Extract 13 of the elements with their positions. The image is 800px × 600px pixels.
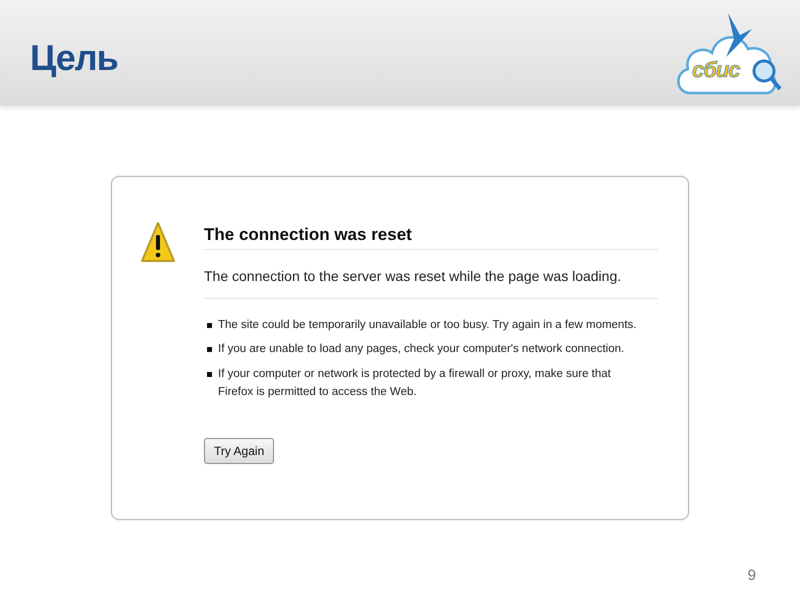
try-again-button[interactable]: Try Again — [204, 438, 274, 464]
bullet-icon — [207, 347, 212, 352]
error-title: The connection was reset — [204, 221, 658, 250]
bullet-icon — [207, 323, 212, 328]
page-number: 9 — [748, 567, 756, 584]
suggestion-text: If your computer or network is protected by a firewall or proxy, make sure that Firefox is permitted to access the Web. — [218, 366, 612, 400]
slide-title: Цель — [30, 36, 118, 79]
error-description: The connection to the server was reset while the page was loading. — [204, 250, 658, 299]
suggestion-text: The site could be temporarily unavailable or too busy. Try again in a few moments. — [218, 318, 636, 333]
suggestion-text: If you are unable to load any pages, check your computer's network connection. — [218, 342, 624, 358]
bullet-icon — [207, 372, 212, 377]
logo-text: сбис — [692, 57, 740, 83]
warning-icon — [140, 221, 176, 265]
